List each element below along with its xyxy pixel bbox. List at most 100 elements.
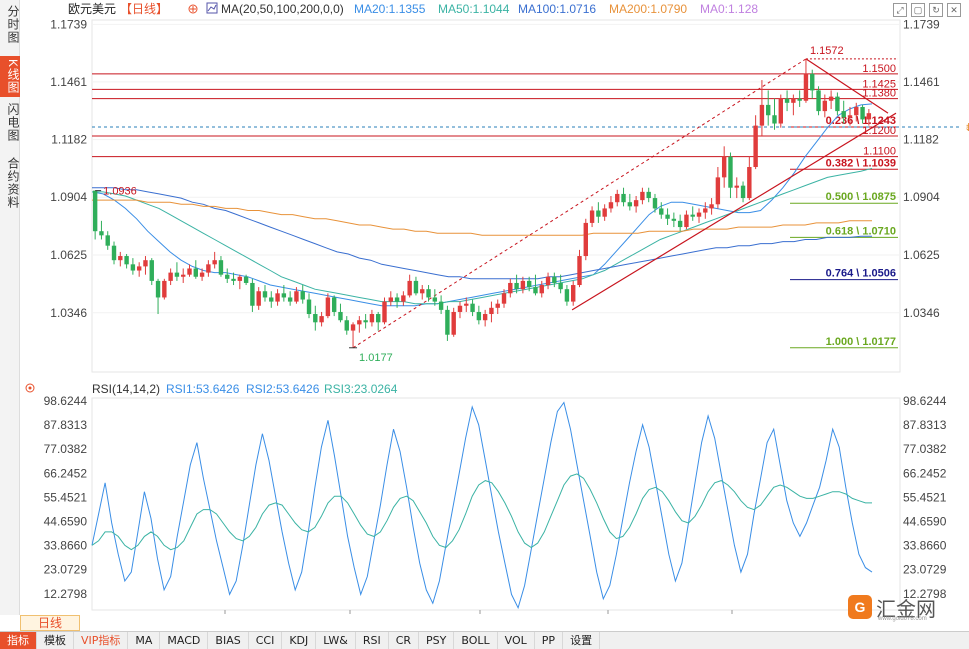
candle-body: [533, 287, 538, 294]
candle-body: [193, 268, 198, 277]
candle-body: [382, 301, 387, 323]
rsi-settings-icon[interactable]: [25, 383, 35, 393]
fib-diagonal-line: [352, 58, 807, 349]
candle-body: [803, 73, 809, 101]
candle-body: [294, 291, 299, 302]
indicator-cr[interactable]: CR: [389, 631, 420, 649]
indicator-vol[interactable]: VOL: [498, 631, 535, 649]
price-y-tick-left: 1.0904: [50, 190, 87, 204]
chart-settings-icon[interactable]: [206, 2, 218, 14]
candle-body: [432, 297, 438, 302]
candle-body: [526, 280, 532, 288]
refresh-icon[interactable]: ↻: [929, 3, 943, 17]
candle-body: [162, 280, 167, 298]
candle-body: [545, 276, 551, 286]
candle-body: [331, 297, 337, 312]
rsi-y-tick-left: 87.8313: [44, 418, 88, 432]
candle-body: [426, 289, 431, 298]
candle-body: [646, 191, 651, 199]
fib-label: 0.764 \ 1.0506: [826, 268, 896, 280]
candle-body: [319, 316, 324, 323]
high-annotation: 1.1572: [810, 45, 844, 57]
candle-body: [363, 320, 368, 323]
ma-params: MA(20,50,100,200,0,0): [221, 2, 344, 16]
candle-body: [306, 299, 312, 315]
indicator-kdj[interactable]: KDJ: [282, 631, 317, 649]
template-tab[interactable]: 模板: [37, 631, 74, 649]
candle-body: [784, 98, 790, 103]
candle-body: [413, 280, 419, 294]
indicator-bias[interactable]: BIAS: [208, 631, 249, 649]
zoom-icon[interactable]: [188, 4, 198, 14]
fullscreen-icon[interactable]: ⤢: [893, 3, 907, 17]
candle-body: [810, 73, 815, 91]
candle-body: [206, 264, 211, 273]
candle-body: [684, 214, 689, 228]
close-icon[interactable]: ✕: [947, 3, 961, 17]
rsi1-value: RSI1:53.6426: [166, 382, 240, 396]
candle-body: [677, 220, 683, 228]
price-y-tick-right: 1.1739: [903, 17, 940, 31]
tab-contract-info[interactable]: 合约资料: [0, 154, 20, 212]
ma100-value: MA100:1.0716: [518, 2, 596, 16]
indicator-ma[interactable]: MA: [128, 631, 161, 649]
candle-body: [149, 260, 154, 281]
candle-body: [212, 260, 217, 265]
indicator-macd[interactable]: MACD: [160, 631, 209, 649]
tab-timeshare[interactable]: 分时图: [0, 2, 20, 47]
chart-canvas[interactable]: 欧元美元 【日线】 MA(20,50,100,200,0,0) MA20:1.1…: [20, 0, 969, 615]
candle-body: [250, 282, 255, 306]
tab-flash[interactable]: 闪电图: [0, 100, 20, 145]
candle-body: [470, 303, 475, 312]
price-y-tick-right: 1.0346: [903, 306, 940, 320]
indicator-tab[interactable]: 指标: [0, 631, 37, 649]
low-annotation: 1.0177: [359, 352, 393, 364]
x-tick-label: 2024/12: [203, 613, 247, 615]
candle-body: [357, 320, 362, 325]
level-label: 1.1100: [863, 146, 896, 158]
period-tab-daily[interactable]: 日线: [20, 615, 80, 631]
x-tick-label: 2025/01: [328, 613, 372, 615]
indicator-psy[interactable]: PSY: [419, 631, 455, 649]
rsi-y-tick-right: 77.0382: [903, 442, 947, 456]
current-price-marker-icon: ⇟: [964, 121, 969, 134]
candle-body: [118, 256, 123, 261]
candle-body: [218, 260, 224, 275]
candle-body: [489, 307, 494, 315]
ma-line-ma200: [92, 199, 872, 236]
indicator-lw[interactable]: LW&: [316, 631, 356, 649]
candle-body: [174, 272, 180, 277]
logo-url: www.gold678.com: [878, 616, 927, 622]
rsi-y-tick-right: 55.4521: [903, 490, 947, 504]
tab-kline[interactable]: K线图: [0, 56, 20, 98]
candle-body: [772, 115, 777, 124]
candle-body: [495, 303, 500, 308]
candle-body: [508, 282, 513, 294]
candle-body: [766, 104, 771, 116]
indicator-rsi[interactable]: RSI: [356, 631, 389, 649]
settings-tab[interactable]: 设置: [563, 631, 601, 649]
indicator-cci[interactable]: CCI: [249, 631, 283, 649]
candle-body: [105, 235, 110, 246]
vip-indicator-tab[interactable]: VIP指标: [74, 631, 129, 649]
candle-body: [703, 208, 708, 213]
candle-body: [740, 185, 746, 199]
rsi-params: RSI(14,14,2): [92, 382, 160, 396]
indicator-boll[interactable]: BOLL: [454, 631, 498, 649]
candle-body: [558, 282, 563, 290]
fib-label: 0.500 \ 1.0875: [826, 191, 896, 203]
restore-icon[interactable]: ▢: [911, 3, 925, 17]
indicator-bar: 指标 模板 VIP指标 MA MACD BIAS CCI KDJ LW& RSI…: [0, 631, 969, 649]
x-tick-label: 2025/03: [586, 613, 630, 615]
price-y-tick-left: 1.1182: [51, 133, 87, 147]
price-y-tick-left: 1.1739: [50, 17, 87, 31]
price-y-tick-right: 1.1182: [903, 133, 939, 147]
candle-body: [92, 190, 98, 232]
left-tab-bar: 分时图 K线图 闪电图 合约资料: [0, 0, 20, 615]
indicator-pp[interactable]: PP: [535, 631, 564, 649]
candle-body: [136, 266, 142, 271]
candle-body: [457, 305, 463, 312]
candle-body: [420, 289, 425, 294]
candle-body: [111, 245, 117, 261]
candle-body: [615, 193, 620, 203]
